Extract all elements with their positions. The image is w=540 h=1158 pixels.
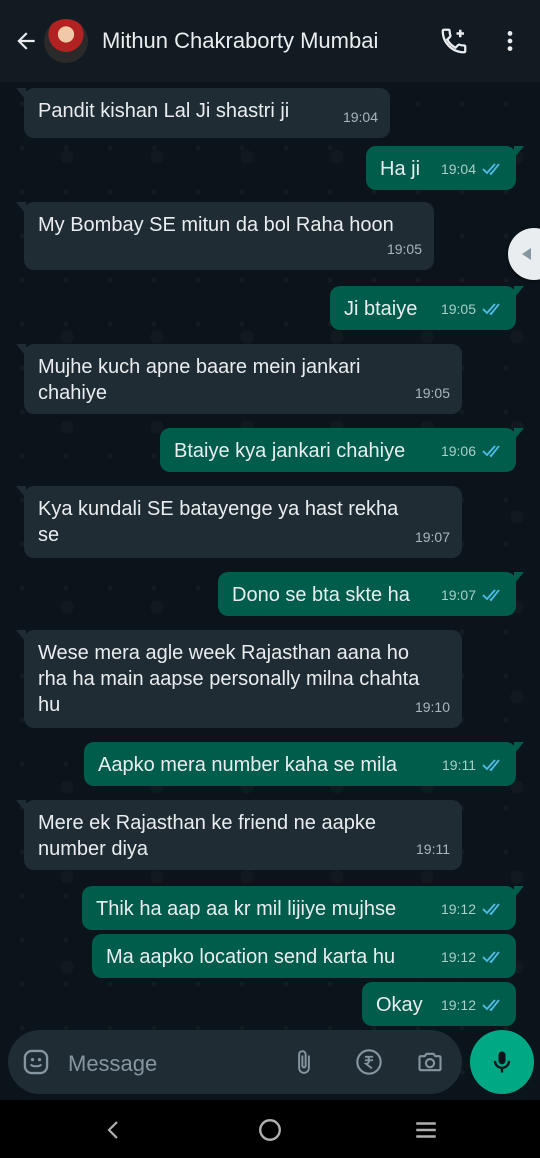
rupee-icon xyxy=(356,1049,382,1075)
message-meta: 19:12 xyxy=(441,896,504,922)
back-arrow-icon xyxy=(17,32,35,50)
nav-back-button[interactable] xyxy=(96,1112,132,1148)
message-meta: 19:06 xyxy=(441,438,504,464)
message-time: 19:12 xyxy=(440,949,476,965)
message-incoming[interactable]: Mere ek Rajasthan ke friend ne aapke num… xyxy=(16,800,462,870)
message-time: 19:05 xyxy=(386,241,422,257)
contact-avatar[interactable] xyxy=(44,19,88,63)
message-composer xyxy=(8,1030,462,1094)
message-time: 19:07 xyxy=(414,529,450,545)
message-meta: 19:11 xyxy=(442,752,504,778)
home-circle-icon xyxy=(259,1119,281,1141)
message-time: 19:05 xyxy=(414,385,450,401)
chat-area[interactable]: Pandit kishan Lal Ji shastri ji 19:04 Ha… xyxy=(0,82,540,1094)
nav-recents-button[interactable] xyxy=(408,1112,444,1148)
message-time: 19:06 xyxy=(440,443,476,459)
message-outgoing[interactable]: Dono se bta skte ha 19:07 xyxy=(218,572,524,616)
message-incoming[interactable]: My Bombay SE mitun da bol Raha hoon 19:0… xyxy=(16,202,434,270)
read-ticks-icon xyxy=(482,903,500,916)
message-meta: 19:05 xyxy=(387,236,422,262)
camera-icon xyxy=(418,1052,442,1072)
message-text: Mere ek Rajasthan ke friend ne aapke num… xyxy=(38,812,376,860)
reply-arrow-icon xyxy=(522,248,531,260)
message-outgoing[interactable]: Aapko mera number kaha se mila 19:11 xyxy=(84,742,524,786)
message-outgoing[interactable]: Ma aapko location send karta hu 19:12 xyxy=(92,934,516,978)
message-outgoing[interactable]: Btaiye kya jankari chahiye 19:06 xyxy=(160,428,524,472)
message-incoming[interactable]: Pandit kishan Lal Ji shastri ji 19:04 xyxy=(16,88,390,138)
message-meta: 19:11 xyxy=(416,836,450,862)
message-meta: 19:05 xyxy=(441,296,504,322)
message-text: Mujhe kuch apne baare mein jankari chahi… xyxy=(38,356,361,404)
message-text: My Bombay SE mitun da bol Raha hoon xyxy=(38,214,394,236)
nav-home-button[interactable] xyxy=(252,1112,288,1148)
chat-header: Mithun Chakraborty Mumbai xyxy=(0,0,540,82)
message-time: 19:11 xyxy=(442,757,476,773)
message-outgoing[interactable]: Okay 19:12 xyxy=(362,982,516,1026)
message-time: 19:04 xyxy=(342,109,378,125)
system-nav-bar xyxy=(0,1100,540,1158)
back-button[interactable] xyxy=(4,19,48,63)
payment-button[interactable] xyxy=(353,1046,385,1078)
message-time: 19:04 xyxy=(440,161,476,177)
emoji-button[interactable] xyxy=(22,1048,50,1081)
swipe-reply-handle[interactable] xyxy=(508,228,540,280)
message-meta: 19:04 xyxy=(441,156,504,182)
message-outgoing[interactable]: Ha ji 19:04 xyxy=(366,146,524,190)
read-ticks-icon xyxy=(482,589,500,602)
contact-name[interactable]: Mithun Chakraborty Mumbai xyxy=(102,28,432,54)
message-incoming[interactable]: Mujhe kuch apne baare mein jankari chahi… xyxy=(16,344,462,414)
read-ticks-icon xyxy=(482,951,500,964)
microphone-icon xyxy=(493,1051,511,1073)
more-options-button[interactable] xyxy=(488,19,532,63)
read-ticks-icon xyxy=(482,759,500,772)
add-call-icon xyxy=(441,28,467,54)
emoji-icon xyxy=(23,1049,49,1075)
read-ticks-icon xyxy=(482,163,500,176)
add-call-button[interactable] xyxy=(432,19,476,63)
message-text: Kya kundali SE batayenge ya hast rekha s… xyxy=(38,498,399,546)
read-ticks-icon xyxy=(482,445,500,458)
message-meta: 19:10 xyxy=(415,694,450,720)
message-meta: 19:04 xyxy=(343,104,378,130)
message-meta: 19:07 xyxy=(441,582,504,608)
message-meta: 19:07 xyxy=(415,524,450,550)
chevron-left-icon xyxy=(107,1121,118,1139)
message-input[interactable] xyxy=(66,1048,270,1080)
message-outgoing[interactable]: Thik ha aap aa kr mil lijiye mujhse 19:1… xyxy=(82,886,524,930)
read-ticks-icon xyxy=(482,303,500,316)
message-time: 19:07 xyxy=(440,587,476,603)
read-ticks-icon xyxy=(482,999,500,1012)
message-time: 19:10 xyxy=(414,699,450,715)
message-text: Wese mera agle week Rajasthan aana ho rh… xyxy=(38,642,420,716)
message-time: 19:05 xyxy=(440,301,476,317)
message-time: 19:12 xyxy=(440,997,476,1013)
message-outgoing[interactable]: Ji btaiye 19:05 xyxy=(330,286,524,330)
message-time: 19:12 xyxy=(440,901,476,917)
message-meta: 19:12 xyxy=(441,992,504,1018)
camera-button[interactable] xyxy=(414,1046,446,1078)
message-text: Pandit kishan Lal Ji shastri ji xyxy=(38,100,290,122)
more-vertical-icon xyxy=(507,31,513,51)
message-time: 19:11 xyxy=(416,841,450,857)
voice-message-button[interactable] xyxy=(470,1030,534,1094)
attach-button[interactable] xyxy=(288,1046,320,1078)
message-meta: 19:12 xyxy=(441,944,504,970)
menu-lines-icon xyxy=(416,1122,436,1138)
message-incoming[interactable]: Wese mera agle week Rajasthan aana ho rh… xyxy=(16,630,462,728)
paperclip-icon xyxy=(298,1050,310,1074)
message-incoming[interactable]: Kya kundali SE batayenge ya hast rekha s… xyxy=(16,486,462,558)
message-meta: 19:05 xyxy=(415,380,450,406)
